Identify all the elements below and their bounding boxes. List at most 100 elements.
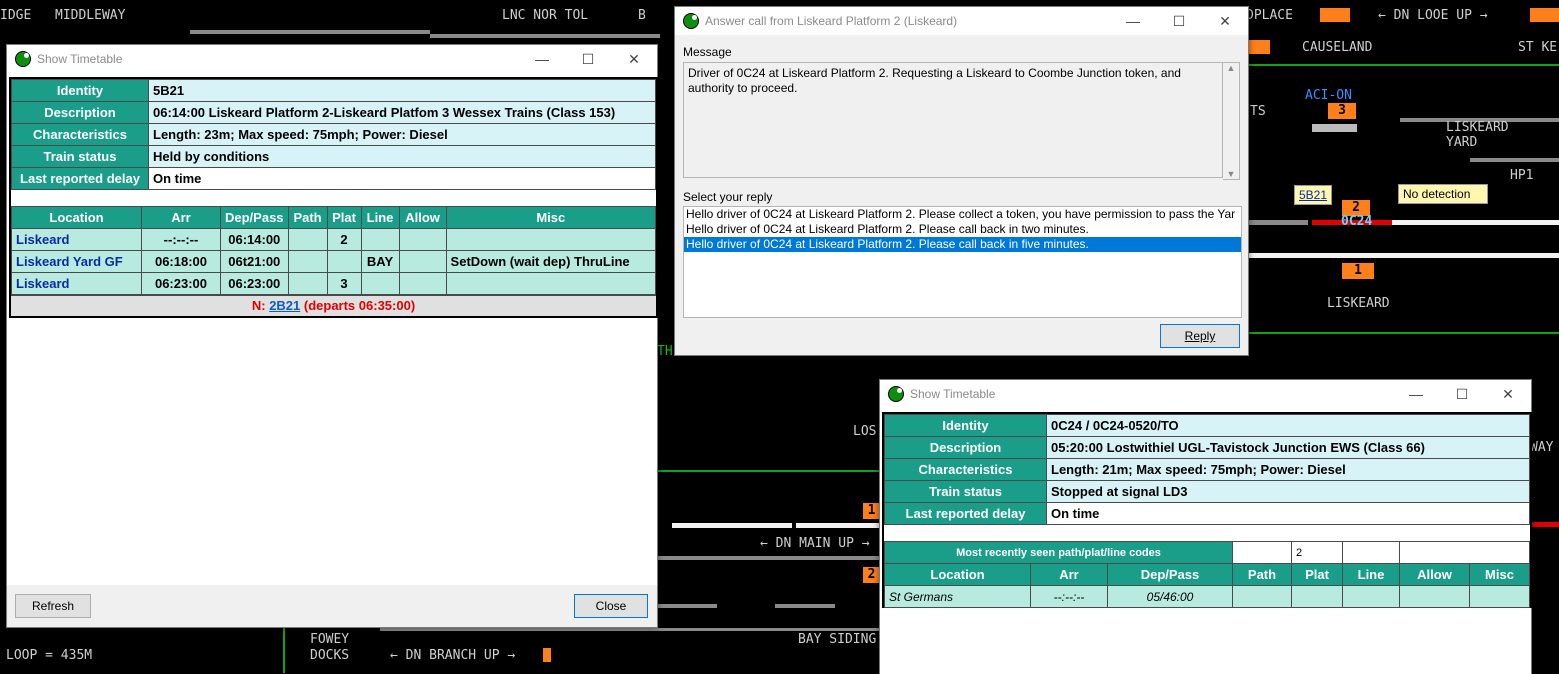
train-0c24[interactable]: 0C24 [1341, 214, 1372, 229]
info-label: Train status [884, 480, 1047, 503]
track-box [1320, 8, 1350, 22]
info-label: Description [884, 436, 1047, 459]
maximize-icon[interactable]: ☐ [1156, 7, 1202, 35]
recent-code [1342, 541, 1400, 564]
message-text: Driver of 0C24 at Liskeard Platform 2. R… [683, 62, 1223, 178]
maximize-icon[interactable]: ☐ [565, 45, 611, 73]
label-th: TH [657, 344, 673, 359]
timetable-content: Identity 0C24 / 0C24-0520/TO Description 05… [880, 408, 1532, 674]
timetable-frame: Identity 0C24 / 0C24-0520/TO Description 05… [882, 412, 1532, 608]
close-icon[interactable]: ✕ [1202, 7, 1248, 35]
label-hp1: HP1 [1510, 168, 1534, 183]
table-cell: --:--:-- [1030, 585, 1108, 608]
recent-code [1399, 541, 1530, 564]
column-header: Arr [141, 206, 221, 229]
title-bar[interactable]: Show Timetable — ☐ ✕ [880, 380, 1531, 408]
label-ts: TS [1250, 104, 1266, 119]
label-way: WAY [1530, 440, 1554, 455]
info-value: 05:20:00 Lostwithiel UGL-Tavistock Junct… [1046, 436, 1530, 459]
info-row: Identity 0C24 / 0C24-0520/TO [884, 414, 1530, 437]
track-box [1248, 40, 1270, 54]
info-value: 0C24 / 0C24-0520/TO [1046, 414, 1530, 437]
maximize-icon[interactable]: ☐ [1439, 380, 1485, 408]
info-row: Train status Stopped at signal LD3 [884, 480, 1530, 503]
column-header: Path [1232, 563, 1292, 586]
info-value: On time [1046, 502, 1530, 525]
label-dnplace: DPLACE [1246, 8, 1293, 23]
next-train-link[interactable]: 2B21 [269, 298, 300, 313]
info-label: Identity [884, 414, 1047, 437]
app-icon [683, 13, 699, 29]
column-header: Misc [445, 206, 657, 229]
next-working: N: 2B21 (departs 06:35:00) [11, 295, 656, 316]
column-header: Location [11, 206, 142, 229]
recent-code: 2 [1291, 541, 1343, 564]
info-value: Length: 21m; Max speed: 75mph; Power: Di… [1046, 458, 1530, 481]
track [657, 604, 717, 608]
reply-option[interactable]: Hello driver of 0C24 at Liskeard Platfor… [684, 237, 1241, 252]
location-cell: St Germans [884, 585, 1031, 608]
close-button[interactable]: Close [574, 594, 648, 618]
reply-option[interactable]: Hello driver of 0C24 at Liskeard Platfor… [684, 222, 1241, 237]
table-row[interactable]: St Germans --:--:-- 05/46:00 [884, 585, 1530, 608]
label-dn-branch-up: ← DN BRANCH UP → [390, 648, 516, 663]
info-row: Last reported delay On time [884, 502, 1530, 525]
reply-list[interactable]: Hello driver of 0C24 at Liskeard Platfor… [683, 206, 1242, 318]
schedule-table: Most recently seen path/plat/line codes 2… [884, 541, 1530, 608]
track-occupied [1530, 522, 1559, 527]
refresh-button[interactable]: Refresh [15, 594, 91, 618]
table-row[interactable]: Liskeard Yard GF 06:18:00 06t21:00 BAY SetDo… [11, 250, 657, 273]
table-cell: 2 [326, 228, 362, 251]
table-cell [445, 228, 657, 251]
recent-codes-label: Most recently seen path/plat/line codes [884, 541, 1233, 564]
location-link[interactable]: Liskeard Yard GF [11, 250, 142, 273]
close-icon[interactable]: ✕ [611, 45, 657, 73]
table-cell [287, 228, 328, 251]
column-header: Line [360, 206, 400, 229]
label-los: LOS [853, 424, 877, 439]
table-cell: BAY [360, 250, 400, 273]
scroll-up-icon[interactable]: ▲ [1223, 63, 1239, 73]
track [1470, 158, 1559, 162]
window-title: Show Timetable [910, 387, 996, 401]
column-header: Plat [326, 206, 362, 229]
minimize-icon[interactable]: — [519, 45, 565, 73]
table-row[interactable]: Liskeard 06:23:00 06:23:00 3 [11, 272, 657, 295]
app-icon [888, 386, 904, 402]
table-row[interactable]: Liskeard --:--:-- 06:14:00 2 [11, 228, 657, 251]
info-value: Held by conditions [148, 145, 656, 168]
timetable-window-0c24[interactable]: Show Timetable — ☐ ✕ Identity 0C24 / 0C24… [879, 379, 1532, 674]
title-bar[interactable]: Show Timetable — ☐ ✕ [7, 45, 657, 73]
answer-call-dialog[interactable]: Answer call from Liskeard Platform 2 (Li… [674, 6, 1249, 356]
message-scrollbar[interactable]: ▲ ▼ [1223, 62, 1240, 180]
column-header: Location [884, 563, 1031, 586]
close-icon[interactable]: ✕ [1485, 380, 1531, 408]
info-table: Identity 0C24 / 0C24-0520/TO Description 05… [884, 414, 1530, 525]
table-cell: 06:14:00 [220, 228, 289, 251]
minimize-icon[interactable]: — [1110, 7, 1156, 35]
title-bar[interactable]: Answer call from Liskeard Platform 2 (Li… [675, 7, 1248, 35]
reply-button[interactable]: Reply [1160, 324, 1240, 348]
reply-option[interactable]: Hello driver of 0C24 at Liskeard Platfor… [684, 207, 1241, 222]
boundary-line [657, 470, 880, 472]
info-row: Last reported delay On time [11, 167, 656, 190]
column-header: Plat [1291, 563, 1343, 586]
column-header: Line [1342, 563, 1400, 586]
timetable-window-5b21[interactable]: Show Timetable — ☐ ✕ Identity 5B21 Descrip… [6, 44, 658, 628]
location-link[interactable]: Liskeard [11, 228, 142, 251]
minimize-icon[interactable]: — [1393, 380, 1439, 408]
scroll-down-icon[interactable]: ▼ [1223, 169, 1239, 179]
info-label: Characteristics [884, 458, 1047, 481]
location-link[interactable]: Liskeard [11, 272, 142, 295]
track-box-1b: 1 [863, 503, 880, 519]
timetable-frame: Identity 5B21 Description 06:14:00 Liskeard… [9, 77, 658, 318]
info-value: 06:14:00 Liskeard Platform 2-Liskeard Pl… [148, 101, 656, 124]
track [1392, 220, 1559, 225]
info-row: Characteristics Length: 23m; Max speed: 7… [11, 123, 656, 146]
label-fowey-docks: FOWEY DOCKS [310, 632, 350, 663]
train-tag-5b21[interactable]: 5B21 [1294, 185, 1333, 205]
boundary-line [283, 628, 285, 673]
track-box-1: 1 [1342, 263, 1374, 279]
track [672, 523, 792, 528]
